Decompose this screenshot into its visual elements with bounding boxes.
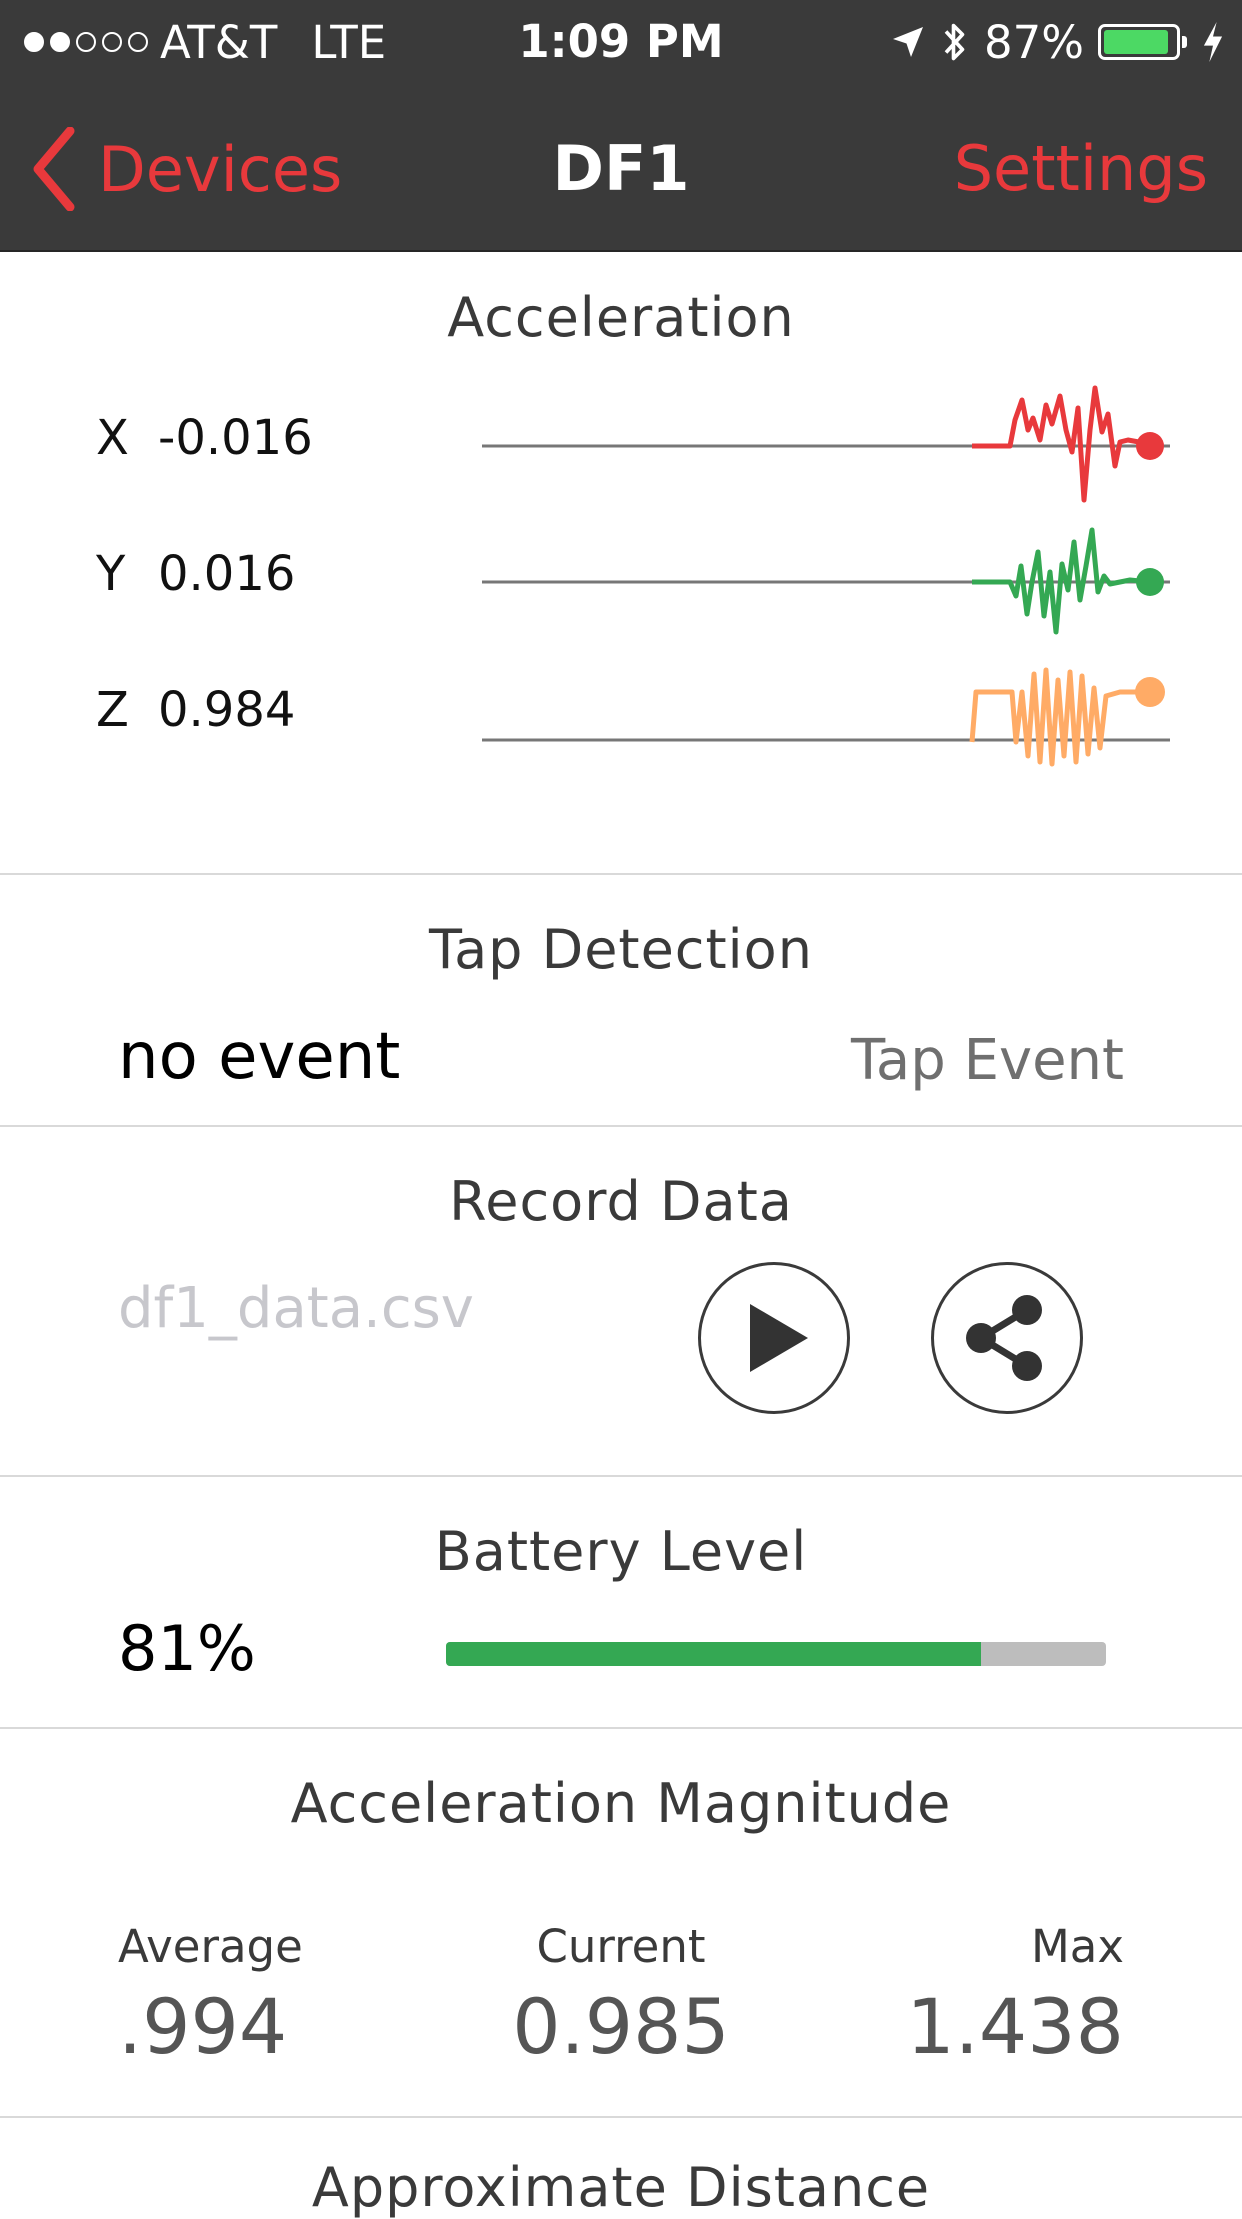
record-data-title: Record Data bbox=[449, 1170, 793, 1233]
accel-z-value: 0.984 bbox=[158, 682, 296, 738]
acceleration-sparklines bbox=[482, 385, 1170, 767]
max-label: Max bbox=[1030, 1920, 1124, 1973]
navigation-bar: Devices DF1 Settings bbox=[0, 84, 1242, 252]
settings-button[interactable]: Settings bbox=[954, 124, 1208, 214]
status-right: 87% bbox=[890, 14, 1224, 70]
accel-z-axis: Z bbox=[96, 682, 129, 738]
acceleration-title: Acceleration bbox=[447, 286, 795, 349]
accel-x-readout: X -0.016 bbox=[96, 410, 313, 466]
battery-level-title: Battery Level bbox=[434, 1520, 808, 1583]
accel-y-sparkline bbox=[482, 527, 1170, 635]
battery-level-value: 81% bbox=[118, 1612, 256, 1685]
share-icon bbox=[966, 1295, 1042, 1381]
filename-field[interactable]: df1_data.csv bbox=[118, 1276, 474, 1341]
accel-y-axis: Y bbox=[96, 546, 126, 602]
accel-x-value: -0.016 bbox=[158, 410, 313, 466]
location-arrow-icon bbox=[892, 27, 923, 57]
tap-event-label: Tap Event bbox=[850, 1028, 1124, 1093]
charging-bolt-icon bbox=[1203, 22, 1223, 62]
section-divider bbox=[0, 1727, 1242, 1729]
accel-z-sparkline bbox=[482, 667, 1170, 767]
battery-level-bar bbox=[446, 1642, 1106, 1666]
section-divider bbox=[0, 1475, 1242, 1477]
section-divider bbox=[0, 1125, 1242, 1127]
acceleration-magnitude-title: Acceleration Magnitude bbox=[290, 1772, 952, 1835]
play-icon bbox=[750, 1304, 808, 1372]
status-bar: AT&T LTE 1:09 PM 87% bbox=[0, 0, 1242, 84]
max-value: 1.438 bbox=[906, 1982, 1124, 2071]
section-divider bbox=[0, 2116, 1242, 2118]
accel-y-readout: Y 0.016 bbox=[96, 546, 295, 602]
accel-z-readout: Z 0.984 bbox=[96, 682, 295, 738]
tap-status-value: no event bbox=[118, 1020, 401, 1094]
accel-x-sparkline bbox=[482, 385, 1170, 503]
bluetooth-icon bbox=[944, 23, 965, 61]
battery-percent: 87% bbox=[983, 15, 1084, 69]
battery-level-fill bbox=[446, 1642, 981, 1666]
play-record-button[interactable] bbox=[698, 1262, 850, 1414]
share-button[interactable] bbox=[931, 1262, 1083, 1414]
battery-icon bbox=[1098, 24, 1187, 60]
approximate-distance-title: Approximate Distance bbox=[311, 2156, 931, 2219]
tap-detection-title: Tap Detection bbox=[429, 918, 813, 981]
section-divider bbox=[0, 873, 1242, 875]
accel-y-value: 0.016 bbox=[158, 546, 296, 602]
accel-x-axis: X bbox=[96, 410, 129, 466]
